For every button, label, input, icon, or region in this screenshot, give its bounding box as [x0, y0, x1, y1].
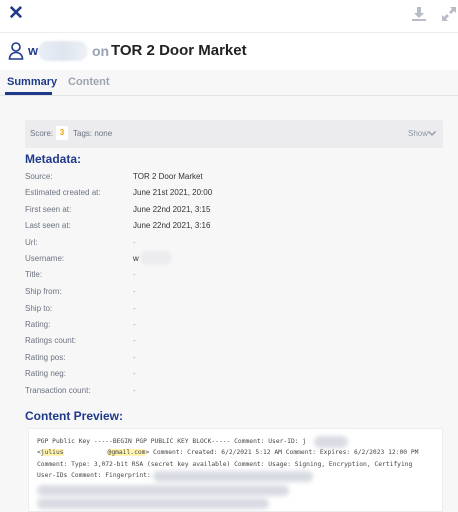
show-button[interactable]: Show: [408, 129, 428, 138]
meta-label: Source:: [25, 172, 53, 181]
meta-row-ship-to: Ship to: -: [25, 304, 445, 318]
meta-label: Title:: [25, 270, 43, 279]
meta-label: Last seen at:: [25, 221, 71, 230]
meta-row-rating: Rating: -: [25, 320, 445, 334]
preview-line: <julius @gmail.com> Comment: Created: 6/2…: [37, 449, 418, 456]
meta-value: -: [133, 304, 136, 313]
tab-summary[interactable]: Summary: [7, 76, 57, 88]
expand-icon[interactable]: [440, 5, 458, 23]
meta-row-ship-from: Ship from: -: [25, 287, 445, 301]
score-bar: Score: 3 Tags: none Show: [25, 120, 443, 148]
meta-row-title: Title: -: [25, 270, 445, 284]
title-on-word: on: [92, 43, 110, 59]
meta-label: Ratings count:: [25, 336, 77, 345]
meta-value: -: [133, 270, 136, 279]
username-text: w: [28, 43, 39, 58]
meta-label: First seen at:: [25, 205, 72, 214]
tab-bar: Summary Content: [0, 70, 458, 96]
preview-line: Comment: Type: 3,072-bit RSA (secret key…: [37, 461, 413, 468]
meta-value: TOR 2 Door Market: [133, 172, 203, 181]
redaction-blur: [153, 471, 313, 482]
title-bar: w on TOR 2 Door Market: [0, 32, 458, 70]
meta-value: -: [133, 336, 136, 345]
active-tab-indicator: [5, 92, 52, 95]
meta-row-username: Username: w: [25, 251, 445, 268]
meta-row-last-seen: Last seen at: June 22nd 2021, 3:16: [25, 221, 445, 235]
content-preview-heading: Content Preview:: [25, 409, 124, 423]
meta-value: w: [133, 254, 139, 263]
meta-label: Rating pos:: [25, 353, 66, 362]
download-icon[interactable]: [410, 5, 428, 23]
meta-label: Rating neg:: [25, 369, 66, 378]
meta-value: June 22nd 2021, 3:16: [133, 221, 211, 230]
meta-row-url: Url: -: [25, 238, 445, 252]
meta-row-transaction-count: Transaction count: -: [25, 386, 445, 400]
meta-row-ratings-count: Ratings count: -: [25, 336, 445, 350]
meta-row-rating-neg: Rating neg: -: [25, 369, 445, 383]
meta-label: Estimated created at:: [25, 188, 101, 197]
chevron-down-icon[interactable]: [427, 128, 437, 138]
meta-label: Username:: [25, 254, 65, 263]
preview-text: > Comment: Created: 6/2/2021 5:12 AM Com…: [145, 449, 419, 456]
user-icon: [8, 42, 24, 60]
redaction-blur: [37, 498, 269, 509]
meta-value: -: [133, 320, 136, 329]
username-redaction: [38, 41, 88, 61]
redaction-blur: [314, 436, 348, 448]
metadata-heading: Metadata:: [25, 152, 82, 166]
meta-value: June 21st 2021, 20:00: [133, 188, 213, 197]
meta-row-estimated-created: Estimated created at: June 21st 2021, 20…: [25, 188, 445, 202]
meta-row-source: Source: TOR 2 Door Market: [25, 172, 445, 186]
meta-value: -: [133, 353, 136, 362]
meta-value: -: [133, 386, 136, 395]
email-highlight: @gmail.com: [107, 449, 146, 456]
tags-label: Tags: none: [73, 129, 113, 138]
meta-label: Url:: [25, 238, 38, 247]
meta-label: Ship to:: [25, 304, 53, 313]
preview-line: User-IDs Comment: Fingerprint:: [37, 472, 151, 479]
score-badge: 3: [56, 126, 68, 140]
meta-value: June 22nd 2021, 3:15: [133, 205, 211, 214]
top-toolbar: ✕: [0, 0, 458, 32]
meta-label: Ship from:: [25, 287, 62, 296]
meta-value: -: [133, 238, 136, 247]
meta-value: -: [133, 287, 136, 296]
meta-row-first-seen: First seen at: June 22nd 2021, 3:15: [25, 205, 445, 219]
tab-content[interactable]: Content: [68, 76, 110, 88]
score-label: Score:: [30, 129, 54, 138]
username-redaction: [140, 251, 172, 265]
preview-line: PGP Public Key -----BEGIN PGP PUBLIC KEY…: [37, 438, 307, 445]
close-icon[interactable]: ✕: [8, 4, 24, 23]
meta-label: Transaction count:: [25, 386, 91, 395]
meta-label: Rating:: [25, 320, 51, 329]
market-title: TOR 2 Door Market: [111, 42, 247, 59]
content-preview-box: PGP Public Key -----BEGIN PGP PUBLIC KEY…: [28, 428, 443, 512]
email-highlight: julius: [40, 449, 64, 456]
meta-row-rating-pos: Rating pos: -: [25, 353, 445, 367]
redaction-blur: [37, 485, 289, 496]
meta-value: -: [133, 369, 136, 378]
